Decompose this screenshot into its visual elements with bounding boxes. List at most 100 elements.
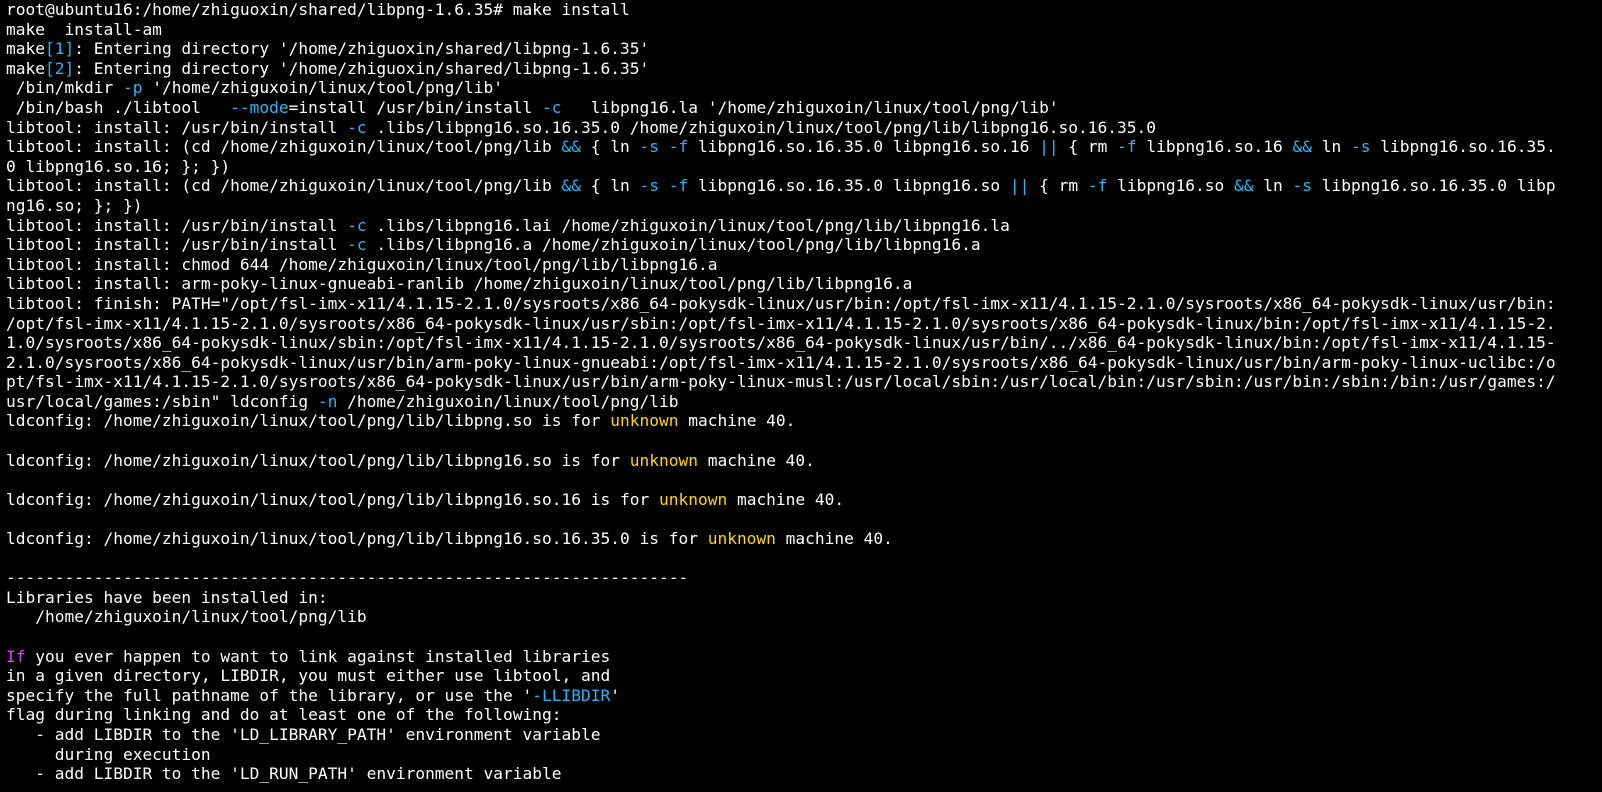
highlighted-text: -n [317, 391, 338, 411]
highlighted-text: [2] [44, 58, 75, 78]
terminal-line: ----------------------------------------… [6, 568, 1602, 588]
highlighted-text: -LLIBDIR [532, 685, 611, 705]
highlighted-text: -p [122, 78, 143, 98]
terminal-line: ldconfig: /home/zhiguxoin/linux/tool/png… [6, 411, 1602, 431]
highlighted-text: unknown [629, 450, 698, 470]
highlighted-text: -c [347, 235, 367, 255]
line-text: you ever happen to want to link against … [25, 646, 611, 666]
highlighted-text: -c [347, 215, 367, 235]
line-text: /bin/bash ./libtool [6, 97, 231, 117]
line-text: libpng16.so.16.35.0 libp [1312, 176, 1556, 196]
line-text: libtool: install: (cd /home/zhiguxoin/li… [6, 176, 562, 196]
line-text: libpng16.so.16.35.0 libpng16.so.16 [688, 137, 1040, 157]
line-text: { ln [581, 176, 640, 196]
line-text: libtool: install: chmod 644 /home/zhigux… [6, 254, 718, 274]
line-text: Libraries have been installed in: [6, 587, 328, 607]
terminal-line: - add LIBDIR to the 'LD_LIBRARY_PATH' en… [6, 725, 1602, 745]
terminal-line: 0 libpng16.so.16; }; }) [6, 157, 1602, 177]
line-text: /home/zhiguxoin/linux/tool/png/lib [337, 391, 679, 411]
line-text: ldconfig: /home/zhiguxoin/linux/tool/png… [6, 489, 659, 509]
line-text: : Entering directory '/home/zhiguoxin/sh… [74, 58, 650, 78]
highlighted-text: -f [1117, 137, 1137, 157]
terminal-line: libtool: install: /usr/bin/install -c .l… [6, 235, 1602, 255]
line-text: make [6, 58, 45, 78]
line-text: libpng16.la '/home/zhiguxoin/linux/tool/… [561, 97, 1059, 117]
line-text: flag during linking and do at least one … [6, 705, 562, 725]
line-text: ' [610, 685, 620, 705]
line-text: make install-am [6, 19, 162, 39]
line-text: libtool: install: /usr/bin/install [6, 215, 348, 235]
line-text: machine 40. [775, 529, 893, 549]
line-text: 0 libpng16.so.16; }; }) [6, 156, 231, 176]
highlighted-text: || [1009, 176, 1030, 196]
line-text: /home/zhiguxoin/linux/tool/png/lib [6, 607, 367, 627]
line-text: 2.1.0/sysroots/x86_64-pokysdk-linux/usr/… [6, 352, 1556, 372]
highlighted-text: -s [1292, 176, 1313, 196]
terminal-line: libtool: finish: PATH="/opt/fsl-imx-x11/… [6, 294, 1602, 314]
highlighted-text: --mode [230, 97, 289, 117]
highlighted-text: && [1234, 176, 1254, 196]
line-text: /bin/mkdir [6, 78, 123, 98]
line-text: libtool: finish: PATH="/opt/fsl-imx-x11/… [6, 293, 1556, 313]
terminal-line: /bin/mkdir -p '/home/zhiguxoin/linux/too… [6, 78, 1602, 98]
highlighted-text: -f [1087, 176, 1108, 196]
terminal-line: flag during linking and do at least one … [6, 705, 1602, 725]
terminal-line: /bin/bash ./libtool --mode=install /usr/… [6, 98, 1602, 118]
line-text: : Entering directory '/home/zhiguoxin/sh… [74, 39, 650, 59]
terminal-line: libtool: install: (cd /home/zhiguxoin/li… [6, 176, 1602, 196]
highlighted-text: -s [1351, 137, 1371, 157]
highlighted-text: && [561, 176, 582, 196]
line-text: libpng16.so.16.35. [1370, 137, 1556, 157]
line-text: - add LIBDIR to the 'LD_LIBRARY_PATH' en… [6, 724, 601, 744]
line-text: libtool: install: arm-poky-linux-gnueabi… [6, 274, 913, 294]
line-text: /opt/fsl-imx-x11/4.1.15-2.1.0/sysroots/x… [6, 313, 1556, 333]
line-text [659, 137, 669, 156]
line-text: libtool: install: /usr/bin/install [6, 117, 348, 137]
line-text: { ln [581, 137, 640, 157]
line-text: during execution [6, 744, 211, 764]
highlighted-text: -f [668, 137, 689, 157]
line-text: ----------------------------------------… [6, 568, 689, 588]
line-text: machine 40. [727, 489, 845, 509]
line-text: { rm [1058, 137, 1118, 157]
terminal-window[interactable]: root@ubuntu16:/home/zhiguoxin/shared/lib… [0, 0, 1602, 792]
terminal-line: - add LIBDIR to the 'LD_RUN_PATH' enviro… [6, 764, 1602, 784]
line-text: usr/local/games:/sbin" ldconfig [6, 391, 318, 411]
terminal-line: pt/fsl-imx-x11/4.1.15-2.1.0/sysroots/x86… [6, 372, 1602, 392]
line-text: make [6, 39, 45, 59]
terminal-line: libtool: install: chmod 644 /home/zhigux… [6, 255, 1602, 275]
line-text: specify the full pathname of the library… [6, 685, 533, 705]
line-text: ln [1253, 176, 1293, 196]
highlighted-text: unknown [610, 411, 679, 431]
terminal-line: usr/local/games:/sbin" ldconfig -n /home… [6, 392, 1602, 412]
line-text: .libs/libpng16.a /home/zhiguxoin/linux/t… [366, 235, 981, 255]
line-text: libtool: install: (cd /home/zhiguxoin/li… [6, 137, 562, 157]
terminal-line: libtool: install: arm-poky-linux-gnueabi… [6, 274, 1602, 294]
terminal-line: 1.0/sysroots/x86_64-pokysdk-linux/sbin:/… [6, 333, 1602, 353]
line-text: .libs/libpng16.lai /home/zhiguxoin/linux… [366, 215, 1010, 235]
line-text: libpng16.so [1107, 176, 1235, 196]
terminal-line: ng16.so; }; }) [6, 196, 1602, 216]
line-text: =install /usr/bin/install [288, 97, 543, 117]
terminal-line: libtool: install: (cd /home/zhiguxoin/li… [6, 137, 1602, 157]
line-text: - add LIBDIR to the 'LD_RUN_PATH' enviro… [6, 764, 562, 784]
line-text: .libs/libpng16.so.16.35.0 /home/zhiguxoi… [366, 117, 1157, 137]
line-text: ldconfig: /home/zhiguxoin/linux/tool/png… [6, 411, 611, 431]
line-text: libpng16.so.16.35.0 libpng16.so [688, 176, 1010, 196]
terminal-line: ldconfig: /home/zhiguxoin/linux/tool/png… [6, 529, 1602, 549]
highlighted-text: unknown [658, 489, 728, 509]
line-text: { rm [1029, 176, 1088, 196]
line-text: libtool: install: /usr/bin/install [6, 235, 348, 255]
terminal-line: in a given directory, LIBDIR, you must e… [6, 666, 1602, 686]
line-text: ln [1312, 137, 1352, 157]
highlighted-text: -c [542, 97, 562, 117]
highlighted-text: -s [639, 137, 660, 157]
terminal-line: Libraries have been installed in: [6, 588, 1602, 608]
line-text: root@ubuntu16:/home/zhiguoxin/shared/lib… [6, 0, 630, 19]
highlighted-text: -f [668, 176, 689, 196]
terminal-line: /home/zhiguxoin/linux/tool/png/lib [6, 607, 1602, 627]
terminal-line: libtool: install: /usr/bin/install -c .l… [6, 216, 1602, 236]
